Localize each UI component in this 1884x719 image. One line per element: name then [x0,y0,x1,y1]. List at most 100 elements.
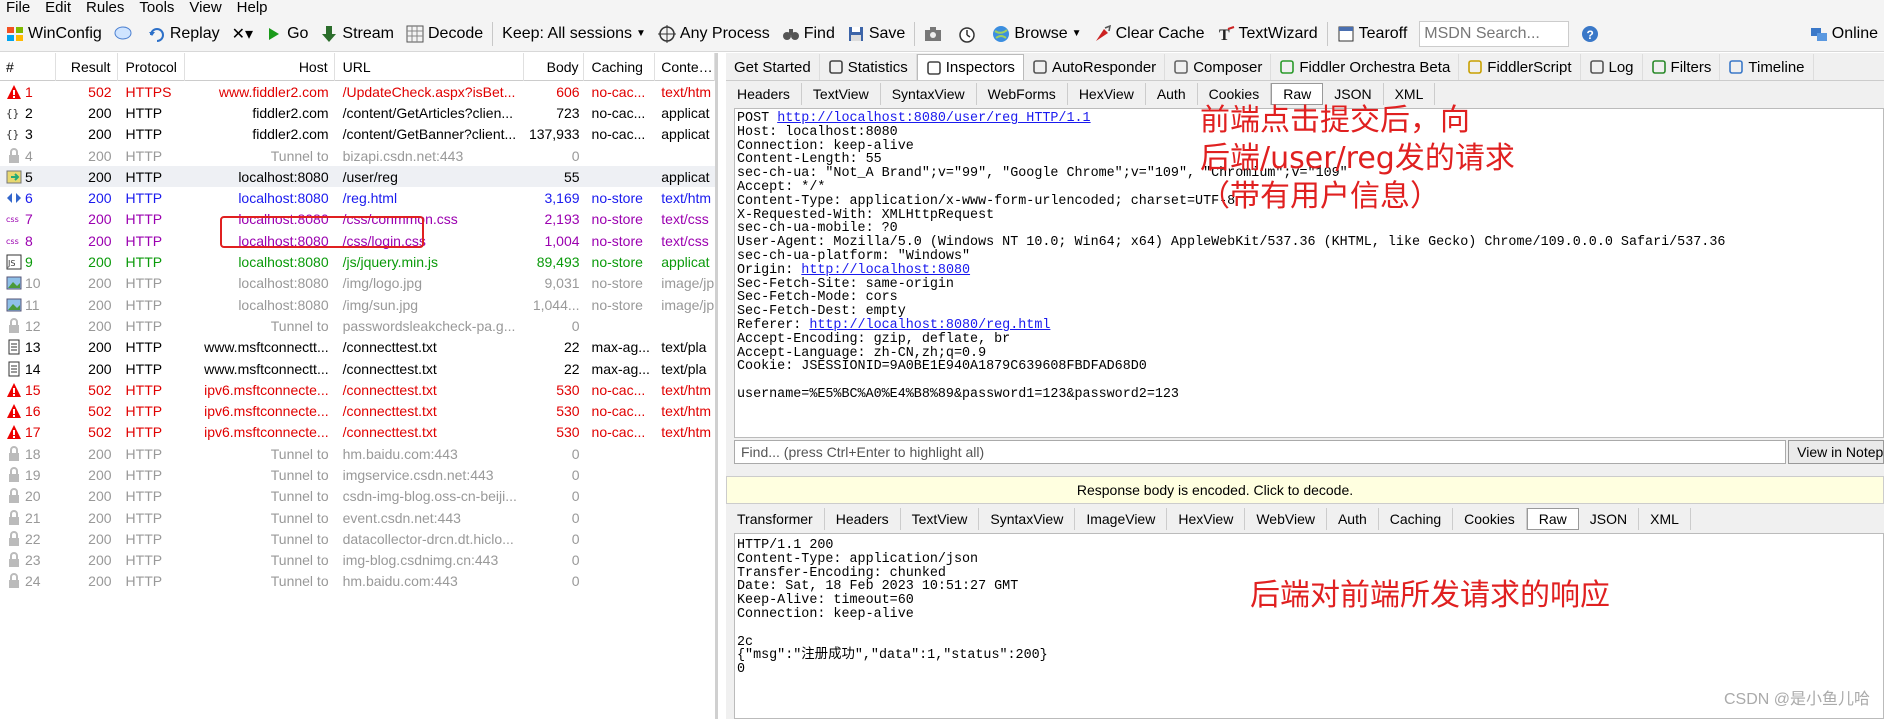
remove-button[interactable]: ✕▾ [226,19,259,49]
request-tab-hexview[interactable]: HexView [1068,82,1146,105]
response-tab-xml[interactable]: XML [1639,507,1691,530]
table-row[interactable]: {} 3 200 HTTP fiddler2.com/content/GetBanner… [0,124,715,145]
table-row[interactable]: 12 200 HTTP Tunnel to passwordsleakcheck-pa.… [0,315,715,336]
menu-edit[interactable]: Edit [39,0,80,16]
table-row[interactable]: 15 502 HTTP ipv6.msftconnecte... /connecttes… [0,379,715,400]
tab-timeline[interactable]: Timeline [1720,54,1814,80]
help-button[interactable]: ? [1575,19,1609,49]
request-tab-auth[interactable]: Auth [1146,82,1198,105]
tab-log[interactable]: Log [1581,54,1643,80]
request-tab-textview[interactable]: TextView [802,82,881,105]
table-row[interactable]: 6 200 HTTP localhost:8080/reg.html 3,169 no-s… [0,187,715,208]
tab-composer[interactable]: Composer [1165,54,1272,80]
response-tab-json[interactable]: JSON [1579,507,1640,530]
comment-button[interactable] [108,19,142,49]
table-row[interactable]: 5 200 HTTP localhost:8080/user/reg 55 applica… [0,166,715,188]
request-tab-headers[interactable]: Headers [726,82,802,105]
table-row[interactable]: 17 502 HTTP ipv6.msftconnecte... /connecttes… [0,422,715,443]
response-tab-imageview[interactable]: ImageView [1075,507,1168,530]
request-url-link[interactable]: http://localhost:8080/user/reg HTTP/1.1 [777,111,1090,126]
response-tab-webview[interactable]: WebView [1245,507,1327,530]
find-input[interactable]: Find... (press Ctrl+Enter to highlight a… [734,440,1787,464]
col-number[interactable]: # [0,53,56,81]
table-row[interactable]: 14 200 HTTP www.msftconnectt... /connecttest… [0,358,715,379]
cell-caching: no-store [591,275,643,292]
keep-sessions-dropdown[interactable]: Keep: All sessions ▼ [496,19,652,49]
cell-caching: no-store [591,254,643,271]
response-raw-view[interactable]: HTTP/1.1 200 Content-Type: application/j… [734,533,1884,719]
menu-view[interactable]: View [183,0,230,16]
menu-rules[interactable]: Rules [80,0,133,16]
table-row[interactable]: 11 200 HTTP localhost:8080/img/sun.jpg 1,044… [0,294,715,315]
browse-button[interactable]: Browse ▼ [986,19,1087,49]
stream-button[interactable]: Stream [314,19,400,49]
col-content-type[interactable]: Content-Type [655,53,715,81]
table-row[interactable]: 16 502 HTTP ipv6.msftconnecte... /connecttes… [0,400,715,421]
any-process-button[interactable]: Any Process [652,19,776,49]
cell-protocol: HTTP [125,573,163,590]
tab-inspectors[interactable]: Inspectors [916,54,1024,80]
find-button[interactable]: Find [776,19,841,49]
tab-autoresponder[interactable]: AutoResponder [1024,54,1166,80]
table-row[interactable]: 21 200 HTTP Tunnel to event.csdn.net:443 0 [0,507,715,528]
table-row[interactable]: 24 200 HTTP Tunnel to hm.baidu.com:443 0 [0,571,715,592]
tab-get-started[interactable]: Get Started [726,54,820,80]
screenshot-button[interactable] [918,19,952,49]
decode-button[interactable]: Decode [400,19,489,49]
tab-fiddlerscript[interactable]: FiddlerScript [1459,54,1581,80]
menu-help[interactable]: Help [231,0,277,16]
response-tab-caching[interactable]: Caching [1379,507,1454,530]
go-button[interactable]: Go [259,19,314,49]
col-result[interactable]: Result [56,53,118,81]
col-protocol[interactable]: Protocol [118,53,186,81]
table-row[interactable]: 18 200 HTTP Tunnel to hm.baidu.com:443 0 [0,443,715,464]
request-tab-syntaxview[interactable]: SyntaxView [881,82,977,105]
table-row[interactable]: 4 200 HTTP Tunnel to bizapi.csdn.net:443 0 [0,145,715,166]
tab-statistics[interactable]: Statistics [820,54,917,80]
cell-body: 530 [556,403,580,420]
col-host[interactable]: Host [185,53,335,81]
response-tab-transformer[interactable]: Transformer [726,507,825,530]
table-row[interactable]: 22 200 HTTP Tunnel to datacollector-drcn.dt.… [0,528,715,549]
col-body[interactable]: Body [524,53,584,81]
col-caching[interactable]: Caching [584,53,656,81]
menu-tools[interactable]: Tools [133,0,183,16]
col-url[interactable]: URL [335,53,524,81]
timer-button[interactable] [952,19,986,49]
table-row[interactable]: JS 9 200 HTTP localhost:8080/js/jquery.min.j… [0,251,715,272]
request-tab-webforms[interactable]: WebForms [977,82,1068,105]
cell-result: 200 [88,275,112,292]
replay-button[interactable]: Replay [142,19,226,49]
response-tab-syntaxview[interactable]: SyntaxView [979,507,1076,530]
table-row[interactable]: 1 502 HTTPS www.fiddler2.com/UpdateCheck.as… [0,81,715,102]
cell-body: 9,031 [544,275,580,292]
cell-caching: no-cac... [591,381,646,398]
view-in-notepad-button[interactable]: View in Notepad [1788,440,1884,464]
msdn-search-input[interactable]: MSDN Search... [1419,20,1570,47]
response-tab-headers[interactable]: Headers [825,507,901,530]
table-row[interactable]: 19 200 HTTP Tunnel to imgservice.csdn.net:44… [0,464,715,485]
winconfig-button[interactable]: WinConfig [0,19,108,49]
referer-link[interactable]: http://localhost:8080/reg.html [809,318,1050,333]
table-row[interactable]: 10 200 HTTP localhost:8080/img/logo.jpg 9,03… [0,273,715,294]
tearoff-button[interactable]: Tearoff [1331,19,1414,49]
tab-filters[interactable]: Filters [1643,54,1721,80]
clear-cache-button[interactable]: Clear Cache [1088,19,1211,49]
textwizard-button[interactable]: T TextWizard [1211,19,1324,49]
save-button[interactable]: Save [841,19,911,49]
table-row[interactable]: 13 200 HTTP www.msftconnectt... /connecttest… [0,337,715,358]
menu-file[interactable]: File [0,0,39,16]
response-tab-textview[interactable]: TextView [901,507,980,530]
response-tab-cookies[interactable]: Cookies [1453,507,1527,530]
origin-link[interactable]: http://localhost:8080 [801,263,970,278]
table-row[interactable]: {} 2 200 HTTP fiddler2.com/content/GetArticl… [0,102,715,123]
online-status[interactable]: Online [1804,19,1884,49]
row-number: 24 [25,573,41,590]
encoded-notice-bar[interactable]: Response body is encoded. Click to decod… [726,476,1884,504]
response-tab-auth[interactable]: Auth [1327,507,1379,530]
table-row[interactable]: 23 200 HTTP Tunnel to img-blog.csdnimg.cn:44… [0,550,715,571]
tab-fiddler-orchestra-beta[interactable]: Fiddler Orchestra Beta [1271,54,1460,80]
table-row[interactable]: 20 200 HTTP Tunnel to csdn-img-blog.oss-cn-b… [0,486,715,507]
response-tab-hexview[interactable]: HexView [1167,507,1246,530]
response-tab-raw[interactable]: Raw [1526,507,1579,530]
